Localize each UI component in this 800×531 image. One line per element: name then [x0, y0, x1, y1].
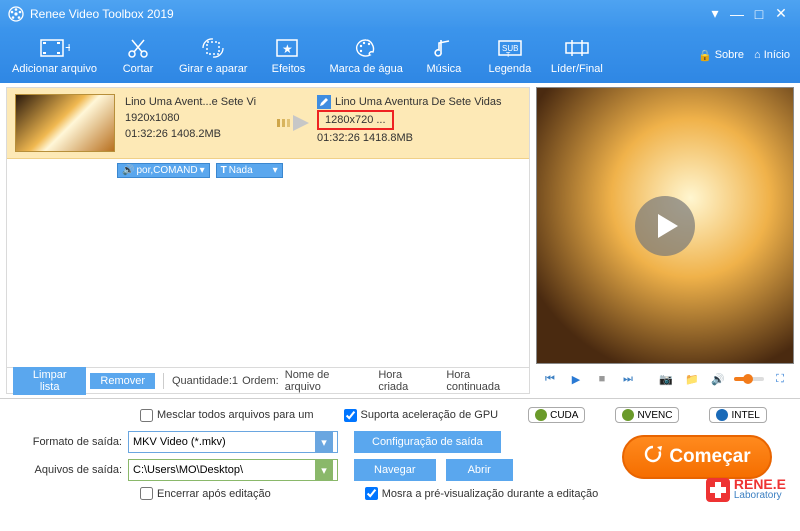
tool-cut[interactable]: Cortar: [105, 32, 171, 78]
clear-list-button[interactable]: Limpar lista: [13, 367, 86, 395]
subtitle-track-select[interactable]: TNada▾: [216, 163, 283, 178]
speaker-icon: 🔊: [122, 165, 134, 176]
dest-info: Lino Uma Aventura De Sete Vidas 1280x720…: [317, 94, 521, 152]
crop-rotate-icon: [201, 35, 225, 61]
subtitle-icon: SUBT: [497, 35, 523, 61]
chevron-down-icon: ▾: [200, 165, 205, 176]
dest-duration-size: 01:32:26 1418.8MB: [317, 130, 521, 146]
source-duration-size: 01:32:26 1408.2MB: [125, 126, 273, 142]
video-preview[interactable]: [536, 87, 794, 364]
minimize-button[interactable]: —: [726, 5, 748, 23]
tool-effects[interactable]: ★Efeitos: [255, 32, 321, 78]
source-info: Lino Uma Avent...e Sete Vi 1920x1080 01:…: [125, 94, 273, 152]
chevron-down-icon: ▾: [273, 165, 278, 176]
preview-pane: ⏮ ▶ ■ ⏭ 📷 📁 🔊 ⛶: [536, 87, 794, 394]
audio-track-select[interactable]: 🔊por,COMAND▾: [117, 163, 210, 178]
list-actions-bar: Limpar lista Remover Quantidade:1 Ordem:…: [7, 367, 529, 393]
app-title: Renee Video Toolbox 2019: [30, 7, 704, 21]
home-link[interactable]: ⌂Início: [754, 49, 790, 61]
play-button[interactable]: ▶: [566, 369, 586, 389]
tool-music[interactable]: Música: [411, 32, 477, 78]
brand-logo: RENE.ELaboratory: [706, 478, 786, 502]
svg-text:T: T: [506, 52, 511, 59]
next-button[interactable]: ⏭: [618, 369, 638, 389]
preview-during-checkbox[interactable]: Mosra a pré-visualização durante a edita…: [365, 487, 598, 500]
dest-filename: Lino Uma Aventura De Sete Vidas: [335, 94, 502, 110]
close-button[interactable]: ✕: [770, 5, 792, 23]
palette-icon: [354, 35, 378, 61]
source-resolution: 1920x1080: [125, 110, 273, 126]
svg-text:+: +: [65, 39, 70, 55]
video-thumbnail: [15, 94, 115, 152]
output-settings-panel: Mesclar todos arquivos para um Suporta a…: [0, 399, 800, 506]
cross-icon: [706, 478, 730, 502]
app-logo-icon: [8, 6, 24, 22]
gpu-accel-checkbox[interactable]: Suporta aceleração de GPU: [344, 409, 499, 422]
output-config-button[interactable]: Configuração de saída: [354, 431, 501, 453]
about-link[interactable]: 🔒Sobre: [698, 49, 744, 62]
merge-checkbox[interactable]: Mesclar todos arquivos para um: [140, 409, 314, 422]
snapshot-button[interactable]: 📷: [656, 369, 676, 389]
chevron-down-icon: ▾: [315, 432, 333, 452]
filmstrip-plus-icon: +: [40, 35, 70, 61]
volume-slider[interactable]: [734, 377, 764, 381]
main-toolbar: +Adicionar arquivo Cortar Girar e aparar…: [0, 27, 800, 83]
file-row[interactable]: Lino Uma Avent...e Sete Vi 1920x1080 01:…: [7, 88, 529, 159]
convert-arrow-icon: [273, 94, 317, 152]
player-controls: ⏮ ▶ ■ ⏭ 📷 📁 🔊 ⛶: [536, 364, 794, 394]
source-filename: Lino Uma Avent...e Sete Vi: [125, 94, 273, 110]
text-icon: T: [221, 165, 227, 176]
remove-button[interactable]: Remover: [90, 373, 155, 389]
svg-text:★: ★: [282, 42, 293, 56]
music-note-icon: [434, 35, 454, 61]
tool-watermark[interactable]: Marca de água: [321, 32, 410, 78]
sort-by-created[interactable]: Hora criada: [378, 369, 432, 393]
prev-button[interactable]: ⏮: [540, 369, 560, 389]
start-button[interactable]: Começar: [622, 435, 772, 479]
maximize-button[interactable]: □: [748, 5, 770, 23]
close-after-checkbox[interactable]: Encerrar após editação: [140, 487, 271, 500]
dest-resolution-box[interactable]: 1280x720 ...: [317, 110, 394, 130]
clip-range-icon: [564, 35, 590, 61]
open-folder-button[interactable]: 📁: [682, 369, 702, 389]
cuda-badge: CUDA: [528, 407, 585, 423]
tool-subtitle[interactable]: SUBTLegenda: [477, 32, 543, 78]
stop-button[interactable]: ■: [592, 369, 612, 389]
titlebar: Renee Video Toolbox 2019 ▾ — □ ✕: [0, 0, 800, 27]
order-label: Ordem:: [242, 375, 279, 387]
browse-button[interactable]: Navegar: [354, 459, 436, 481]
lock-icon: 🔒: [698, 49, 712, 62]
nvenc-badge: NVENC: [615, 407, 679, 423]
settings-icon[interactable]: ▾: [704, 5, 726, 23]
play-overlay-button[interactable]: [635, 196, 695, 256]
output-format-select[interactable]: MKV Video (*.mkv)▾: [128, 431, 338, 453]
edit-name-icon[interactable]: [317, 95, 331, 109]
home-icon: ⌂: [754, 49, 761, 61]
fullscreen-button[interactable]: ⛶: [770, 369, 790, 389]
refresh-icon: [643, 444, 663, 470]
tool-leader-final[interactable]: Líder/Final: [543, 32, 611, 78]
quantity-label: Quantidade:1: [172, 375, 238, 387]
format-label: Formato de saída:: [12, 436, 122, 448]
output-path-label: Aquivos de saída:: [12, 464, 122, 476]
sort-by-name[interactable]: Nome de arquivo: [285, 369, 365, 393]
sort-by-continued[interactable]: Hora continuada: [446, 369, 523, 393]
tool-add-file[interactable]: +Adicionar arquivo: [4, 32, 105, 78]
filmstrip-star-icon: ★: [275, 35, 301, 61]
chevron-down-icon: ▾: [315, 460, 333, 480]
scissors-icon: [126, 35, 150, 61]
intel-badge: INTEL: [709, 407, 766, 423]
output-path-field[interactable]: C:\Users\MO\Desktop\▾: [128, 459, 338, 481]
tool-rotate-crop[interactable]: Girar e aparar: [171, 32, 255, 78]
volume-icon[interactable]: 🔊: [708, 369, 728, 389]
file-list-pane: Lino Uma Avent...e Sete Vi 1920x1080 01:…: [6, 87, 530, 394]
open-folder-button[interactable]: Abrir: [446, 459, 513, 481]
